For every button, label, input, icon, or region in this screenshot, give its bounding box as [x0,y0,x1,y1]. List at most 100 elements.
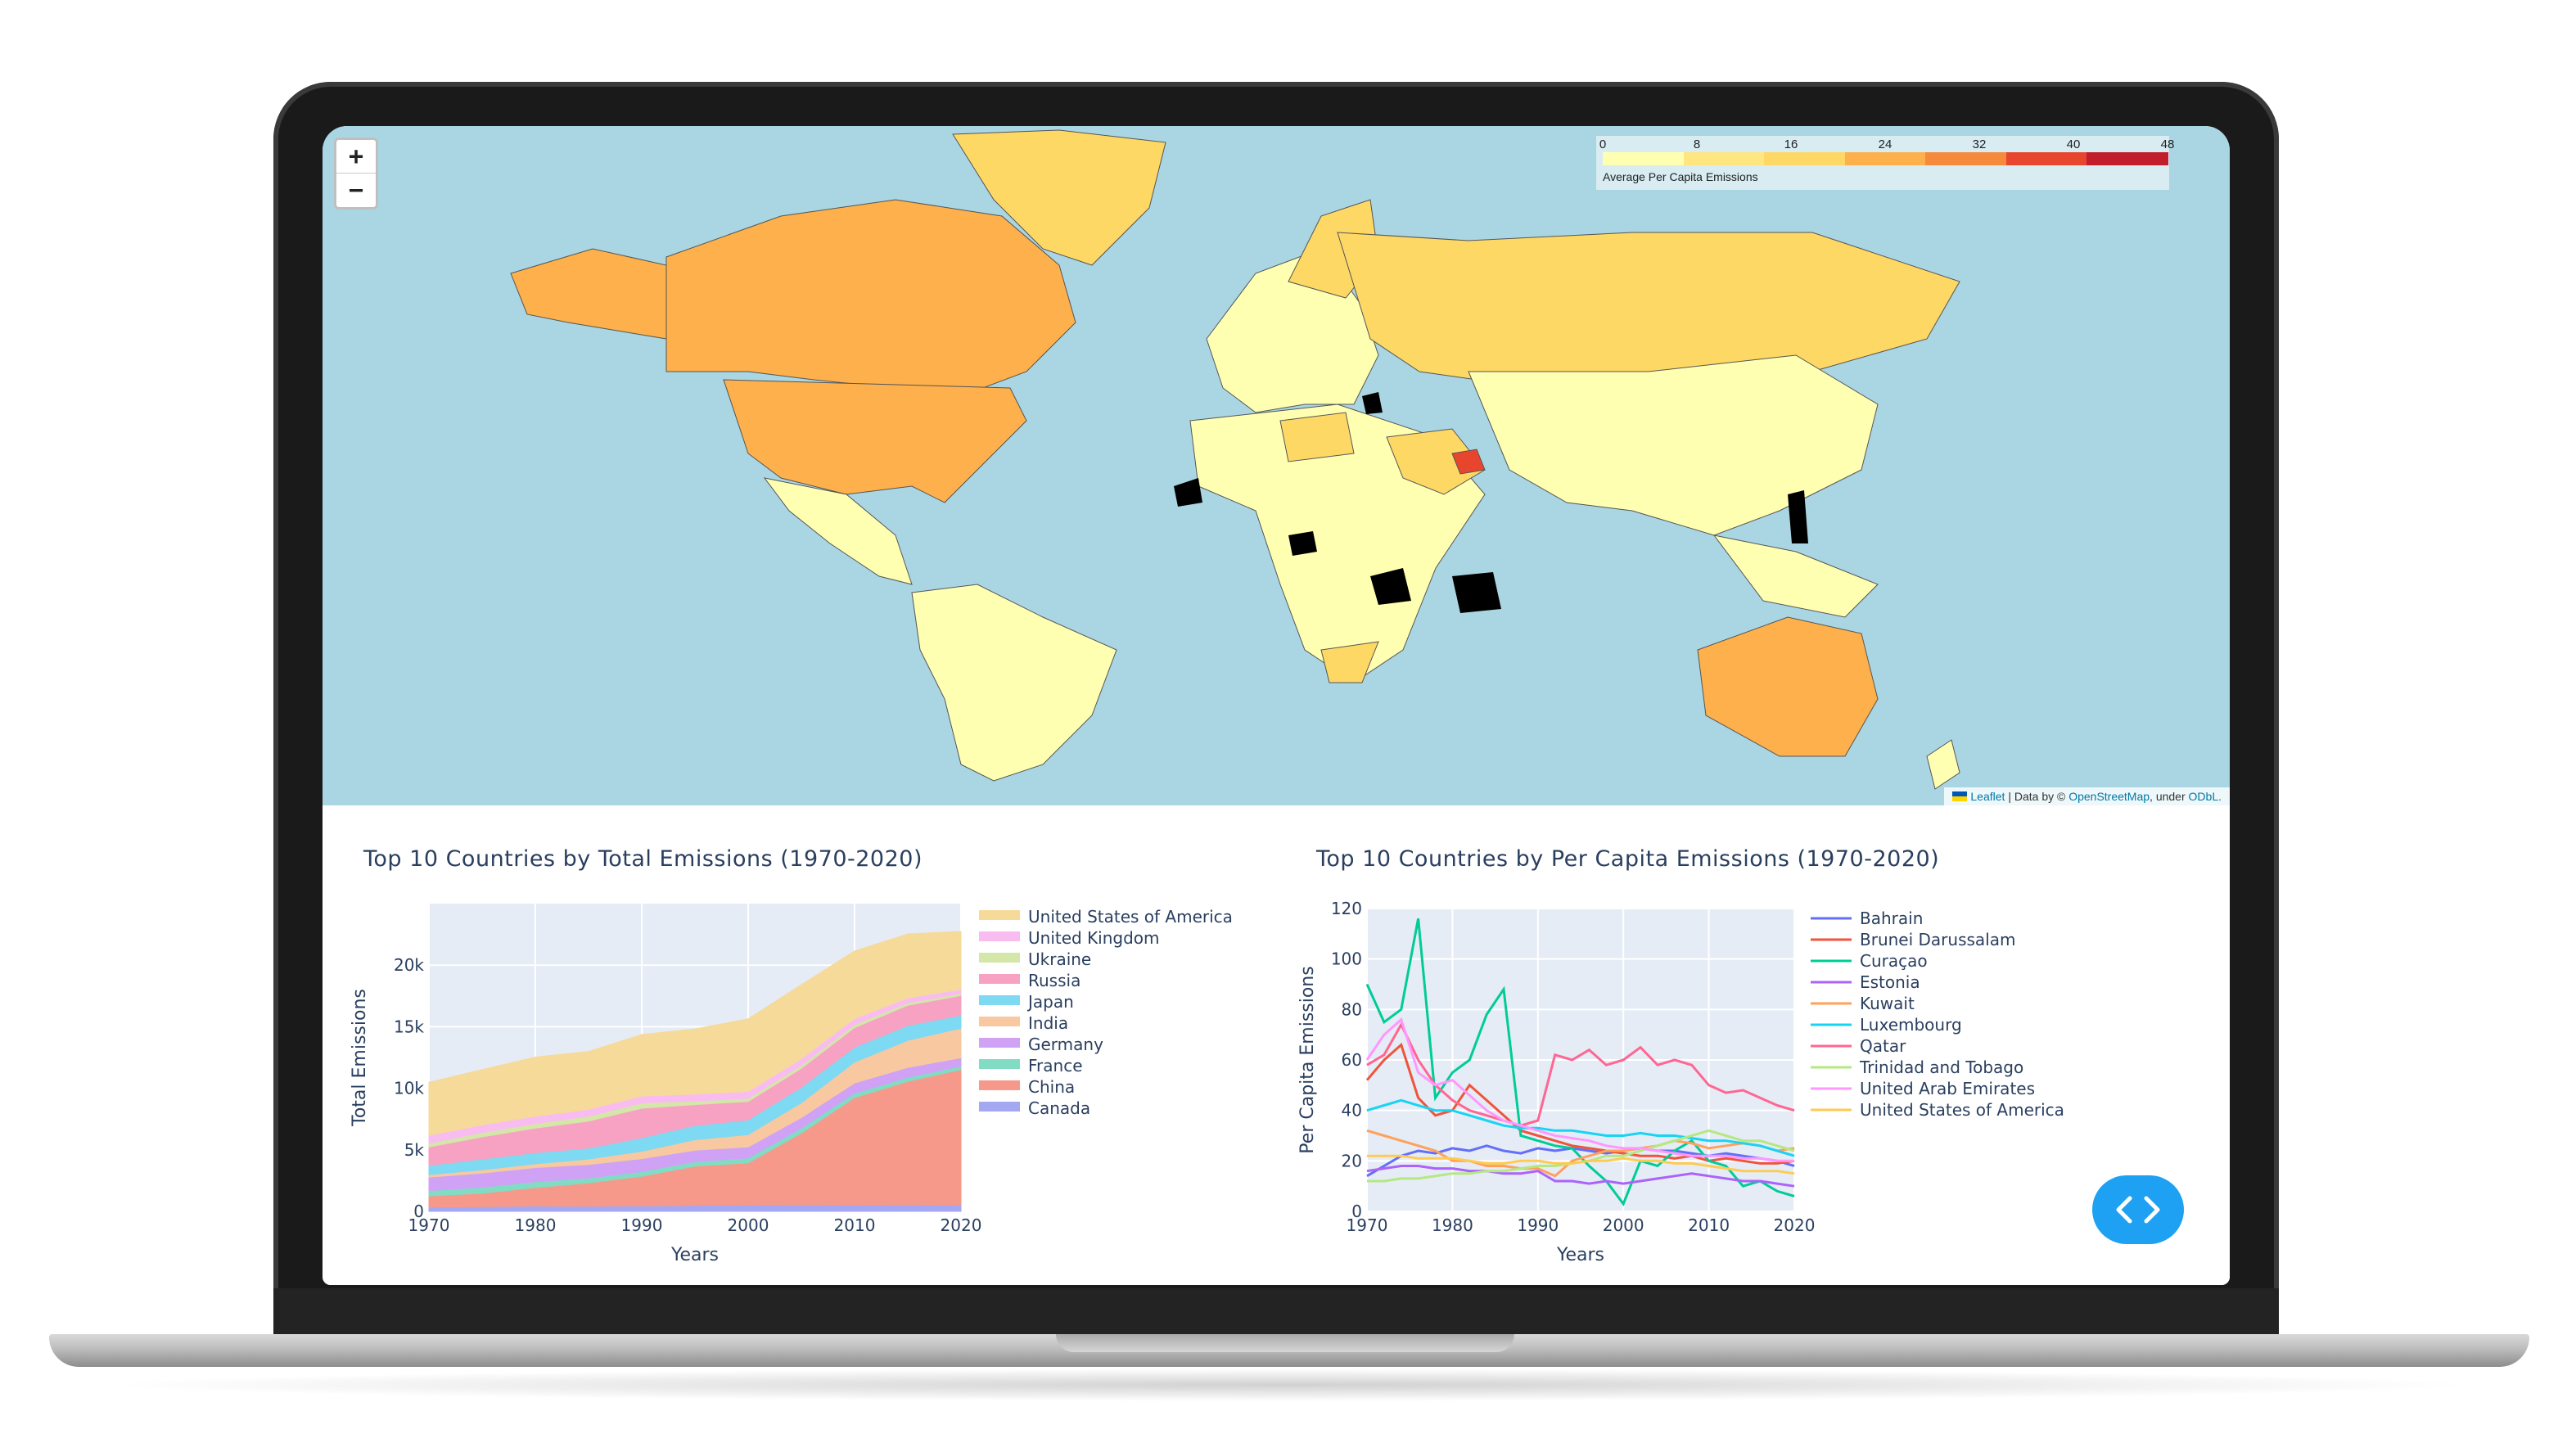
x-tick-label: 2020 [941,1215,982,1235]
per-capita-line-chart[interactable]: 1970 1980 1990 2000 2010 2020020406080100120 B… [1275,879,2230,1285]
legend-label: Canada [1028,1098,1090,1118]
country-asia [1468,354,1879,536]
legend-label: United Arab Emirates [1860,1079,2035,1098]
legend-item: United States of America [979,907,1233,927]
y-tick-label: 40 [1342,1101,1362,1121]
y-tick-label: 5k [404,1140,425,1160]
legend-item: Canada [979,1098,1090,1118]
legend-label: Trinidad and Tobago [1859,1057,2023,1077]
legend-label: Ukraine [1028,949,1091,969]
legend-item: United Arab Emirates [1811,1079,2035,1098]
zoom-in-button[interactable]: + [336,140,376,174]
total-emissions-area-chart[interactable]: 1970 1980 1990 2000 2010 202005k10k15k20kUnit… [323,879,1272,1285]
legend-label: Luxembourg [1860,1015,1962,1035]
country-mexico [763,477,913,585]
y-tick-label: 0 [413,1202,424,1221]
zoom-out-button[interactable]: − [336,174,376,207]
y-tick-label: 15k [394,1017,424,1036]
legend-tick-label: 0 [1599,138,1607,151]
odbl-link[interactable]: ODbL. [2189,790,2222,803]
country-south-america [911,584,1117,782]
legend-item: Kuwait [1811,994,1915,1013]
legend-label: Brunei Darussalam [1860,930,2015,949]
laptop-chin [273,1288,2279,1334]
legend-title: Average Per Capita Emissions [1603,170,1758,183]
x-tick-label: 2010 [1688,1215,1730,1235]
country-no-data-1 [1174,478,1202,507]
country-russia [1337,232,1960,389]
legend-color-swatch [1603,152,1685,165]
x-tick-label: 1990 [621,1215,663,1235]
legend-color-swatch [1925,152,2007,165]
ukraine-flag-icon [1952,791,1968,801]
legend-item: Germany [979,1035,1103,1054]
x-tick-label: 2020 [1774,1215,1816,1235]
legend-tick-label: 24 [1878,138,1893,151]
legend-tick-label: 40 [2066,138,2081,151]
legend-item: Trinidad and Tobago [1811,1057,2023,1077]
legend-swatch [979,1102,1020,1112]
legend-label: Bahrain [1860,909,1923,928]
legend-tick-label: 16 [1784,138,1798,151]
legend-ticks: 0 8 16 24 32 40 48 [1599,136,2175,152]
y-tick-label: 120 [1331,899,1362,918]
legend-label: France [1028,1056,1083,1075]
legend-swatch [979,1038,1020,1048]
country-no-data-4 [1452,572,1501,613]
code-toggle-button[interactable] [2092,1175,2184,1244]
country-new-zealand [1926,739,1960,790]
openstreetmap-link[interactable]: OpenStreetMap [2068,790,2150,803]
y-tick-label: 100 [1331,949,1362,969]
country-australia [1697,616,1879,757]
choropleth-map[interactable]: + − 0 8 16 24 32 40 48 Average Per Capita Emis… [323,126,2230,805]
legend-item: Japan [979,992,1074,1012]
legend-item: India [979,1013,1068,1033]
country-alaska [510,248,667,340]
legend-swatch [979,931,1020,941]
legend-color-swatch [1683,152,1766,165]
legend-label: United States of America [1860,1100,2064,1120]
legend-tick-label: 32 [1972,138,1987,151]
x-tick-label: 2010 [834,1215,876,1235]
legend-label: United States of America [1028,907,1233,927]
legend-swatch [979,910,1020,920]
y-axis-title: Per Capita Emissions [1297,966,1318,1153]
legend-item: Brunei Darussalam [1811,930,2015,949]
map-color-legend: 0 8 16 24 32 40 48 Average Per Capita Emission… [1596,136,2175,190]
country-libya [1279,412,1355,462]
y-tick-label: 80 [1342,999,1362,1019]
legend-item: Luxembourg [1811,1015,1962,1035]
x-tick-label: 2000 [1603,1215,1644,1235]
country-canada [665,199,1076,397]
legend-item: France [979,1056,1083,1075]
leaflet-link[interactable]: Leaflet [1970,790,2005,803]
legend-label: Qatar [1860,1036,1906,1056]
legend-label: India [1028,1013,1068,1033]
legend-label: Estonia [1860,972,1920,992]
map-attribution: Leaflet | Data by © OpenStreetMap, under… [1944,787,2230,805]
legend-label: China [1028,1077,1075,1097]
legend-item: Estonia [1811,972,1920,992]
legend-label: United Kingdom [1028,928,1160,948]
attribution-separator: | Data by © [2005,790,2069,803]
legend-swatch [979,1017,1020,1026]
country-no-data-6 [1362,392,1383,414]
x-tick-label: 1980 [1432,1215,1473,1235]
legend-swatch [979,974,1020,984]
y-tick-label: 10k [394,1079,424,1098]
legend-item: Qatar [1811,1036,1906,1056]
x-axis-title: Years [670,1245,719,1265]
y-tick-label: 60 [1342,1050,1362,1070]
charts-panel: Top 10 Countries by Total Emissions (197… [323,805,2230,1285]
world-map-shapes[interactable] [323,126,2230,805]
legend-color-swatch [1764,152,1846,165]
legend-color-bar [1603,152,2168,165]
x-axis-title: Years [1556,1245,1604,1265]
legend-tick-label: 48 [2160,138,2175,151]
y-tick-label: 20 [1342,1151,1362,1170]
legend-swatch [979,995,1020,1005]
legend-swatch [979,953,1020,963]
code-arrows-icon [2116,1196,2160,1224]
legend-label: Japan [1026,992,1074,1012]
legend-item: Russia [979,971,1080,990]
